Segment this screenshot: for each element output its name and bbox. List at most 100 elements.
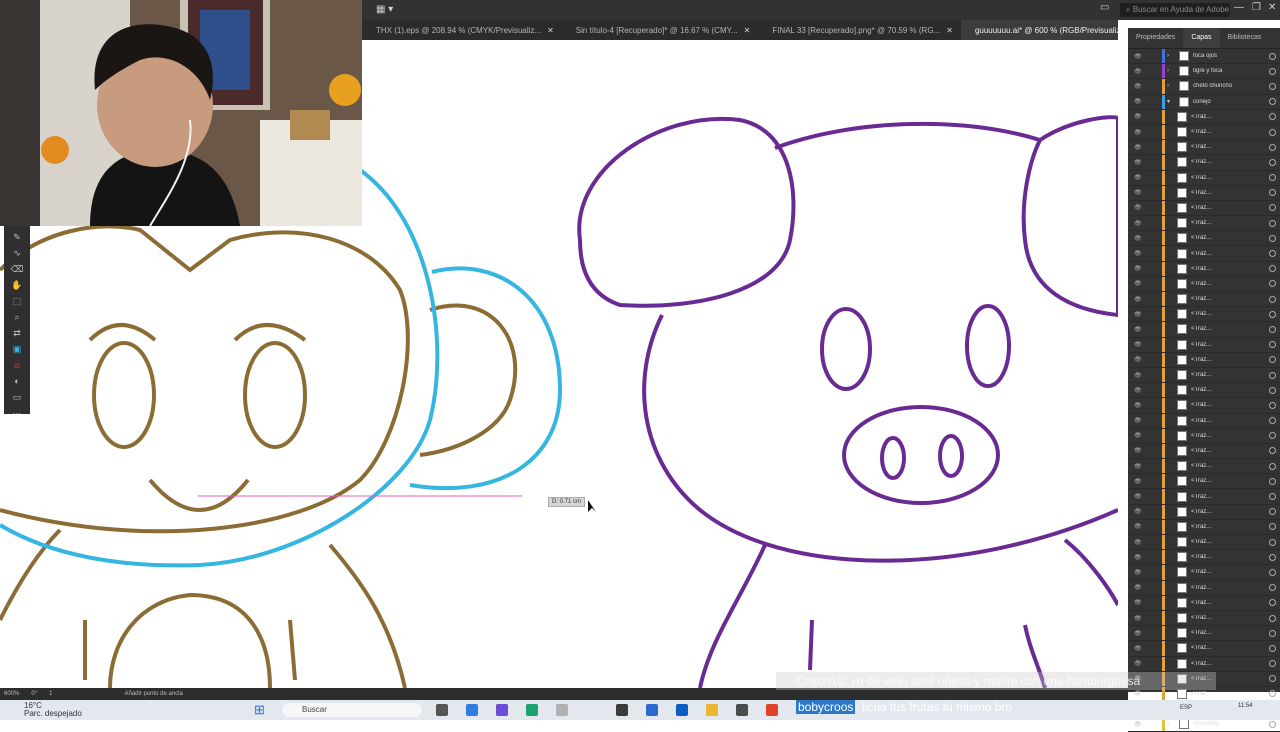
target-circle-icon[interactable] [1269, 599, 1276, 607]
visibility-eye-icon[interactable]: 👁 [1134, 478, 1146, 485]
layer-sublayer-row[interactable]: 👁 <Traz... [1128, 504, 1280, 520]
visibility-eye-icon[interactable]: 👁 [1134, 432, 1146, 439]
visibility-eye-icon[interactable]: 👁 [1134, 326, 1146, 333]
layer-row[interactable]: 👁 › cheto chuncho [1128, 79, 1280, 95]
maximize-icon[interactable]: ❐ [1252, 2, 1261, 13]
layer-name[interactable]: <Traz... [1191, 539, 1269, 545]
layer-name[interactable]: <Traz... [1191, 569, 1269, 575]
layer-name[interactable]: <Traz... [1191, 190, 1269, 196]
layer-name[interactable]: <Traz... [1191, 235, 1269, 241]
target-circle-icon[interactable] [1269, 113, 1276, 121]
visibility-eye-icon[interactable]: 👁 [1134, 144, 1146, 151]
visibility-eye-icon[interactable]: 👁 [1134, 280, 1146, 287]
tab-properties[interactable]: Propiedades [1128, 28, 1183, 48]
visibility-eye-icon[interactable]: 👁 [1134, 113, 1146, 120]
layer-name[interactable]: cheto chuncho [1193, 83, 1269, 89]
target-circle-icon[interactable] [1269, 417, 1276, 425]
target-circle-icon[interactable] [1269, 477, 1276, 485]
workspace-layout-icon[interactable]: ▦ ▾ [376, 4, 398, 16]
target-circle-icon[interactable] [1269, 493, 1276, 501]
layer-name[interactable]: <Traz... [1191, 645, 1269, 651]
fill-stroke-icon[interactable]: ▣ [10, 344, 24, 354]
layer-name[interactable]: chunchito [1193, 721, 1269, 727]
layer-sublayer-row[interactable]: 👁 <Traz... [1128, 383, 1280, 399]
visibility-eye-icon[interactable]: 👁 [1134, 250, 1146, 257]
visibility-eye-icon[interactable]: 👁 [1134, 235, 1146, 242]
layer-name[interactable]: <Traz... [1191, 296, 1269, 302]
visibility-eye-icon[interactable]: 👁 [1134, 220, 1146, 227]
close-tab-icon[interactable]: ✕ [547, 26, 554, 35]
visibility-eye-icon[interactable]: 👁 [1134, 463, 1146, 470]
app-icon[interactable] [616, 704, 628, 716]
layer-sublayer-row[interactable]: 👁 <Traz... [1128, 246, 1280, 262]
target-circle-icon[interactable] [1269, 52, 1276, 60]
visibility-eye-icon[interactable]: 👁 [1134, 204, 1146, 211]
layer-sublayer-row[interactable]: 👁 <Traz... [1128, 109, 1280, 125]
visibility-eye-icon[interactable]: 👁 [1134, 584, 1146, 591]
layer-row[interactable]: 👁 › tigre y foca [1128, 64, 1280, 80]
layer-name[interactable]: <Traz... [1191, 114, 1269, 120]
target-circle-icon[interactable] [1269, 356, 1276, 364]
expand-chevron-icon[interactable]: › [1167, 721, 1175, 727]
swap-colors-icon[interactable]: ⇄ [10, 328, 24, 338]
layer-sublayer-row[interactable]: 👁 <Traz... [1128, 443, 1280, 460]
layer-name[interactable]: <Traz... [1191, 175, 1269, 181]
visibility-eye-icon[interactable]: 👁 [1134, 539, 1146, 546]
visibility-eye-icon[interactable]: 👁 [1134, 372, 1146, 379]
language-indicator[interactable]: ESP [1180, 705, 1192, 711]
visibility-eye-icon[interactable]: 👁 [1134, 265, 1146, 272]
visibility-eye-icon[interactable]: 👁 [1134, 311, 1146, 318]
layer-name[interactable]: <Traz... [1191, 600, 1269, 606]
tab-document-4-active[interactable]: guuuuuuu.ai* @ 600 % (RGB/Previsualizar)… [960, 20, 1118, 40]
target-circle-icon[interactable] [1269, 447, 1276, 455]
layer-sublayer-row[interactable]: 👁 <Traz... [1128, 565, 1280, 581]
target-circle-icon[interactable] [1269, 280, 1276, 288]
weather-widget[interactable]: 16°C Parc. despejado [24, 702, 82, 718]
target-circle-icon[interactable] [1269, 98, 1276, 106]
target-circle-icon[interactable] [1269, 508, 1276, 516]
visibility-eye-icon[interactable]: 👁 [1134, 417, 1146, 424]
layer-sublayer-row[interactable]: 👁 <Traz... [1128, 428, 1280, 444]
close-icon[interactable]: ✕ [1268, 2, 1276, 13]
layer-sublayer-row[interactable]: 👁 <Traz... [1128, 550, 1280, 566]
layer-sublayer-row[interactable]: 👁 <Traz... [1128, 367, 1280, 384]
tab-document-2[interactable]: Sin título-4 [Recuperado]* @ 16.67 % (CM… [562, 20, 759, 40]
target-circle-icon[interactable] [1269, 234, 1276, 242]
target-circle-icon[interactable] [1269, 204, 1276, 212]
pen-tool-icon[interactable]: ✎ [10, 232, 24, 242]
more-tools-icon[interactable]: ⋯ [10, 408, 24, 418]
target-circle-icon[interactable] [1269, 614, 1276, 622]
layer-sublayer-row[interactable]: 👁 <Traz... [1128, 459, 1280, 475]
layer-sublayer-row[interactable]: 👁 <Traz... [1128, 535, 1280, 551]
visibility-eye-icon[interactable]: 👁 [1134, 159, 1146, 166]
layer-sublayer-row[interactable]: 👁 <Traz... [1128, 474, 1280, 490]
layer-name[interactable]: <Traz... [1191, 266, 1269, 272]
artboard-number[interactable]: 1 [49, 691, 52, 697]
tab-libraries[interactable]: Bibliotecas [1220, 28, 1270, 48]
layer-name[interactable]: conejo [1193, 99, 1269, 105]
target-circle-icon[interactable] [1269, 189, 1276, 197]
layer-name[interactable]: <Traz... [1191, 387, 1269, 393]
layer-sublayer-row[interactable]: 👁 <Traz... [1128, 413, 1280, 429]
visibility-eye-icon[interactable]: 👁 [1134, 53, 1146, 60]
rotation-angle[interactable]: 0° [31, 691, 37, 697]
layer-name[interactable]: <Traz... [1191, 357, 1269, 363]
target-circle-icon[interactable] [1269, 128, 1276, 136]
visibility-eye-icon[interactable]: 👁 [1134, 523, 1146, 530]
layer-name[interactable]: <Traz... [1191, 463, 1269, 469]
target-circle-icon[interactable] [1269, 432, 1276, 440]
chrome-icon[interactable] [526, 704, 538, 716]
task-view-icon[interactable] [436, 704, 448, 716]
arrange-documents-icon[interactable]: ▭ [1100, 2, 1109, 13]
layer-sublayer-row[interactable]: 👁 <Traz... [1128, 322, 1280, 338]
layer-name[interactable]: <Traz... [1191, 494, 1269, 500]
layer-name[interactable]: <Traz... [1191, 159, 1269, 165]
screen-mode-icon[interactable]: ▭ [10, 392, 24, 402]
layer-sublayer-row[interactable]: 👁 <Traz... [1128, 641, 1280, 657]
target-circle-icon[interactable] [1269, 523, 1276, 531]
target-circle-icon[interactable] [1269, 250, 1276, 258]
target-circle-icon[interactable] [1269, 325, 1276, 333]
layer-name[interactable]: <Traz... [1191, 251, 1269, 257]
visibility-eye-icon[interactable]: 👁 [1134, 493, 1146, 500]
windows-start-icon[interactable]: ⊞ [254, 703, 268, 717]
